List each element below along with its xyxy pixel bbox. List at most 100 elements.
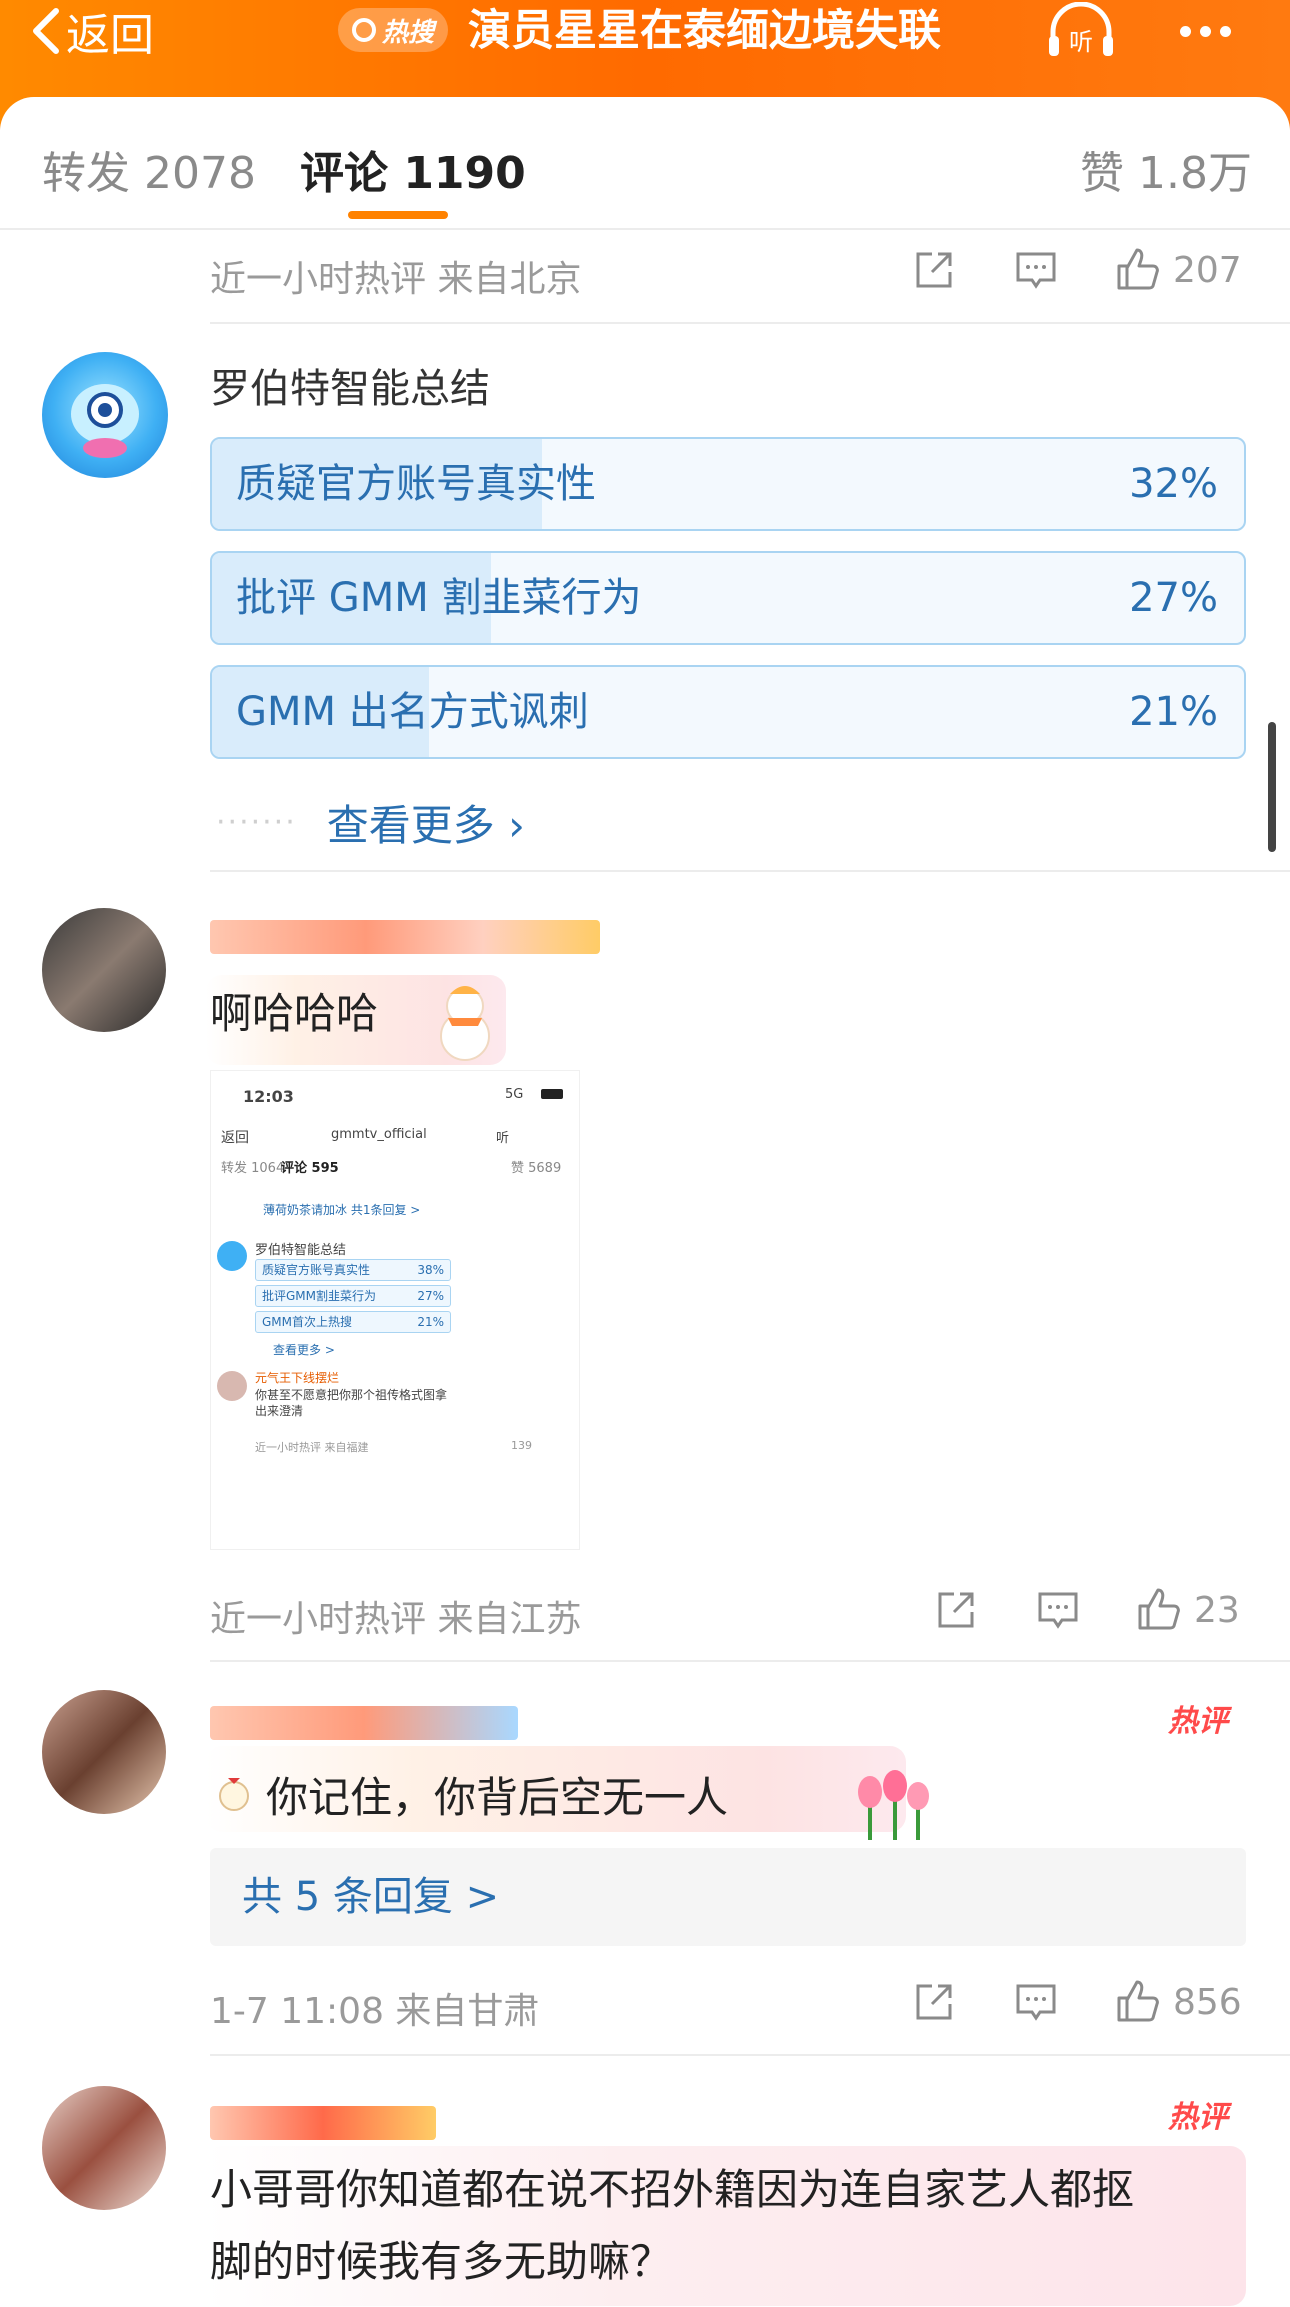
like-count: 207 bbox=[1173, 249, 1242, 291]
username-blurred[interactable] bbox=[210, 2106, 436, 2140]
username-blurred[interactable] bbox=[210, 1706, 518, 1740]
like-count: 23 bbox=[1194, 1589, 1240, 1631]
replies-link[interactable]: 共 5 条回复 > bbox=[242, 1848, 499, 1946]
ai-avatar[interactable] bbox=[42, 352, 168, 478]
shot-tab: 转发 1064 bbox=[221, 1161, 285, 1176]
tab-repost[interactable]: 转发 2078 bbox=[42, 137, 256, 201]
hot-label: 热搜 bbox=[381, 17, 434, 48]
shot-time: 12:03 bbox=[243, 1087, 294, 1106]
headphones-icon: 听 bbox=[1049, 1, 1113, 56]
shot-comment: 你甚至不愿意把你那个祖传格式图拿出来澄清 bbox=[255, 1388, 448, 1418]
svg-text:听: 听 bbox=[1069, 28, 1093, 56]
shot-likes: 139 bbox=[511, 1439, 532, 1452]
summary-item-percent: 27% bbox=[1129, 575, 1218, 621]
scrollbar[interactable] bbox=[1268, 722, 1276, 852]
shot-tab: 赞 5689 bbox=[511, 1161, 562, 1176]
comment-text: 你记住，你背后空无一人 bbox=[266, 1773, 729, 1822]
shot-ai-avatar bbox=[217, 1241, 247, 1271]
hot-comment-badge: 热评 bbox=[1168, 2100, 1228, 2135]
page-title: 演员星星在泰缅边境失联 bbox=[468, 6, 941, 56]
tab-comment[interactable]: 评论 1190 bbox=[300, 137, 526, 201]
divider bbox=[210, 322, 1290, 324]
thumbs-up-icon bbox=[1117, 248, 1159, 290]
shot-signal: 5G bbox=[505, 1087, 524, 1102]
tab-like[interactable]: 赞 1.8万 bbox=[1080, 137, 1252, 201]
summary-item-percent: 32% bbox=[1129, 461, 1218, 507]
hot-search-badge[interactable]: 热搜 bbox=[338, 8, 448, 52]
like-button[interactable]: 207 bbox=[1113, 246, 1242, 294]
tulip-sticker-icon bbox=[858, 1770, 929, 1840]
snowman-sticker-icon bbox=[440, 986, 490, 1061]
user-avatar[interactable] bbox=[42, 908, 166, 1032]
summary-item-label: 批评 GMM 割韭菜行为 bbox=[236, 575, 642, 621]
comment-icon bbox=[1016, 1984, 1056, 2021]
comment-meta: 1-7 11:08 来自甘肃 bbox=[210, 1991, 540, 2032]
username-blurred[interactable] bbox=[210, 920, 600, 954]
shot-tabs: 转发 1064 评论 595 赞 5689 bbox=[221, 1157, 571, 1187]
thumbs-up-icon bbox=[1138, 1588, 1180, 1630]
shot-tab: 评论 595 bbox=[281, 1161, 339, 1176]
user-avatar[interactable] bbox=[42, 2086, 166, 2210]
search-icon bbox=[351, 18, 376, 42]
like-button[interactable]: 23 bbox=[1134, 1586, 1240, 1634]
battery-icon bbox=[541, 1089, 563, 1099]
shot-reply-hint: 薄荷奶茶请加冰 共1条回复 > bbox=[263, 1203, 421, 1217]
dot bbox=[1180, 25, 1191, 37]
comment-button[interactable] bbox=[1036, 1588, 1080, 1632]
shot-see-more: 查看更多 > bbox=[273, 1343, 335, 1357]
listen-button[interactable]: 听 bbox=[1045, 1, 1117, 60]
shot-summary-item: GMM首次上热搜 21% bbox=[255, 1311, 451, 1333]
back-button[interactable]: 返回 bbox=[30, 0, 154, 62]
comment-icon bbox=[1038, 1592, 1078, 1629]
tabs-divider bbox=[0, 228, 1290, 230]
share-button[interactable] bbox=[934, 1588, 978, 1632]
comment-button[interactable] bbox=[1014, 1980, 1058, 2024]
see-more-label: 查看更多 › bbox=[326, 801, 525, 850]
comment-text-line: 小哥哥你知道都在说不招外籍因为连自家艺人都抠 bbox=[210, 2165, 1135, 2214]
replies-box[interactable]: 共 5 条回复 > bbox=[210, 1848, 1246, 1946]
ai-summary-title: 罗伯特智能总结 bbox=[210, 366, 490, 412]
comment-button[interactable] bbox=[1014, 248, 1058, 292]
shot-summary-item: 质疑官方账号真实性 38% bbox=[255, 1259, 451, 1281]
summary-item-label: 质疑官方账号真实性 bbox=[236, 461, 596, 507]
like-button[interactable]: 856 bbox=[1113, 1978, 1242, 2026]
shot-account: gmmtv_official bbox=[331, 1127, 427, 1142]
shot-back: 返回 bbox=[221, 1130, 249, 1146]
share-icon bbox=[916, 252, 952, 288]
comment-meta: 近一小时热评 来自北京 bbox=[210, 259, 582, 300]
comment-text-line: 脚的时候我有多无助嘛？ bbox=[210, 2237, 673, 2286]
share-icon bbox=[916, 1984, 952, 2020]
shot-username: 元气王下线摆烂 bbox=[255, 1371, 340, 1385]
dot bbox=[1200, 25, 1211, 37]
tab-underline bbox=[348, 211, 448, 219]
shot-meta: 近一小时热评 来自福建 bbox=[255, 1441, 369, 1454]
divider bbox=[210, 1660, 1290, 1662]
shot-summary-item: 批评GMM割韭菜行为 27% bbox=[255, 1285, 451, 1307]
shot-ai-title: 罗伯特智能总结 bbox=[255, 1243, 347, 1258]
share-icon bbox=[938, 1592, 974, 1628]
user-avatar[interactable] bbox=[42, 1690, 166, 1814]
comment-icon bbox=[1016, 252, 1056, 289]
share-button[interactable] bbox=[912, 1980, 956, 2024]
divider bbox=[210, 2054, 1290, 2056]
like-count: 856 bbox=[1173, 1981, 1242, 2023]
robot-mascot-icon bbox=[71, 384, 139, 458]
summary-item-percent: 21% bbox=[1129, 689, 1218, 735]
shot-user-avatar bbox=[217, 1371, 247, 1401]
summary-item[interactable]: GMM 出名方式讽刺 21% bbox=[210, 665, 1246, 759]
summary-item[interactable]: 质疑官方账号真实性 32% bbox=[210, 437, 1246, 531]
chicken-emoji-icon bbox=[219, 1778, 249, 1811]
dot bbox=[1220, 25, 1231, 37]
divider bbox=[210, 870, 1290, 872]
share-button[interactable] bbox=[912, 248, 956, 292]
back-label: 返回 bbox=[66, 10, 154, 61]
summary-item-label: GMM 出名方式讽刺 bbox=[236, 689, 589, 735]
dots-decoration: ······· bbox=[216, 805, 297, 840]
attached-screenshot[interactable]: 12:03 5G 返回 gmmtv_official 听 转发 1064 评论 … bbox=[210, 1070, 580, 1550]
comment-text: 啊哈哈哈 bbox=[210, 989, 379, 1038]
content-sheet bbox=[0, 97, 1290, 2307]
chevron-left-icon bbox=[33, 8, 59, 54]
more-options-button[interactable] bbox=[1180, 0, 1231, 62]
summary-item[interactable]: 批评 GMM 割韭菜行为 27% bbox=[210, 551, 1246, 645]
see-more-link[interactable]: ······· 查看更多 › bbox=[216, 792, 525, 853]
